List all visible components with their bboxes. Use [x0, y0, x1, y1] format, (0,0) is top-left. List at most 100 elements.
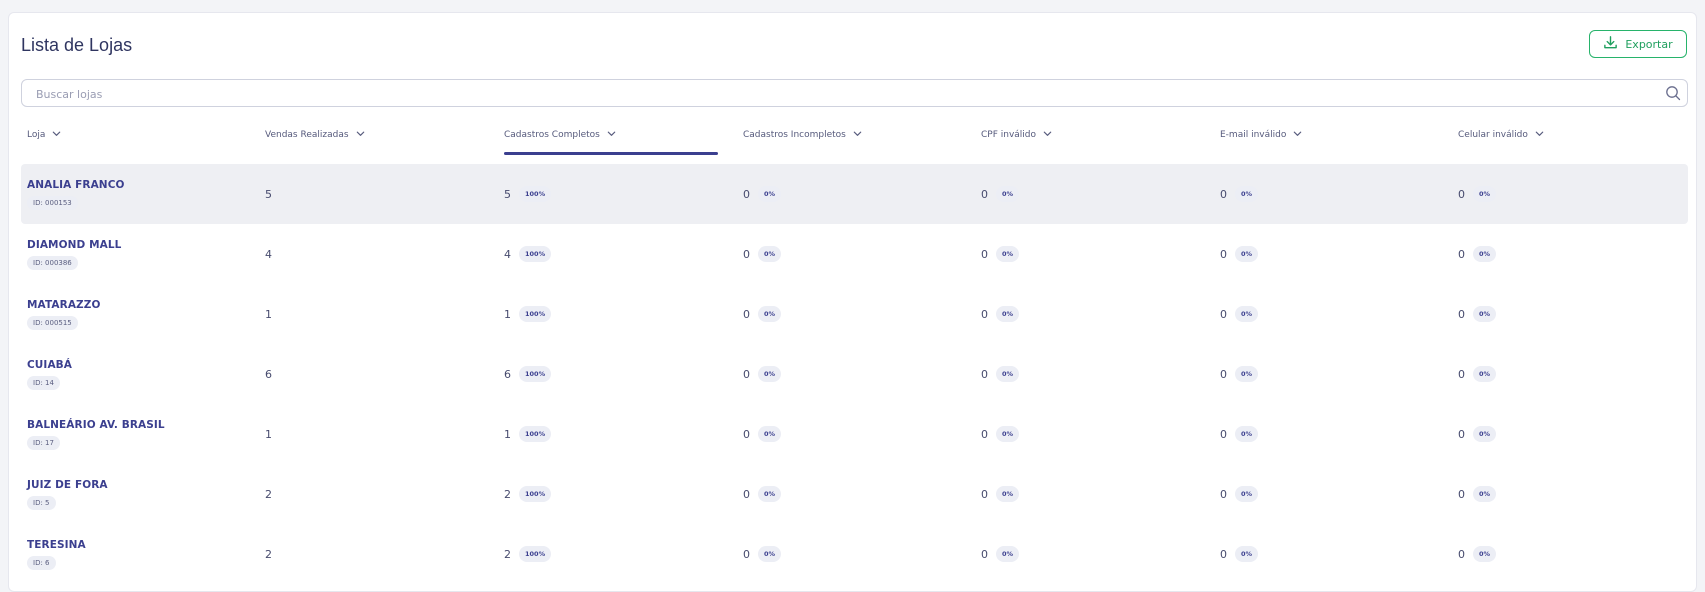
chevron-down-icon	[606, 128, 617, 142]
metric-value: 0	[743, 547, 750, 561]
sales-value: 6	[265, 367, 272, 381]
column-header[interactable]: CPF inválido	[981, 118, 1053, 152]
column-header[interactable]: Loja	[27, 118, 62, 152]
column-header[interactable]: Celular inválido	[1458, 118, 1545, 152]
metric-cell: 0 0%	[743, 404, 782, 464]
metric-value: 0	[743, 307, 750, 321]
metric-value: 2	[504, 487, 511, 501]
store-cell: TERESINA ID: 6	[27, 524, 86, 584]
metric-cell: 0 0%	[981, 524, 1020, 584]
store-name[interactable]: JUIZ DE FORA	[27, 479, 108, 491]
metric-value: 0	[981, 187, 988, 201]
column-header[interactable]: Vendas Realizadas	[265, 118, 366, 152]
table-row[interactable]: DIAMOND MALL ID: 000386 4 4 100% 0 0% 0 0% 0 0% 0 0%	[21, 224, 1688, 284]
export-label: Exportar	[1625, 37, 1673, 51]
table-row[interactable]: JUIZ DE FORA ID: 5 2 2 100% 0 0% 0 0% 0 0% 0 0%	[21, 464, 1688, 524]
store-name[interactable]: BALNEÁRIO AV. BRASIL	[27, 419, 165, 431]
search-icon[interactable]	[1665, 85, 1681, 101]
metric-value: 0	[981, 307, 988, 321]
metric-cell: 0 0%	[1458, 524, 1497, 584]
percent-badge: 0%	[1473, 246, 1497, 262]
percent-badge: 0%	[758, 246, 782, 262]
sales-value: 1	[265, 307, 272, 321]
percent-badge: 100%	[519, 306, 552, 322]
sales-value: 4	[265, 247, 272, 261]
chevron-down-icon	[852, 128, 863, 142]
store-cell: JUIZ DE FORA ID: 5	[27, 464, 108, 524]
column-header[interactable]: E-mail inválido	[1220, 118, 1303, 152]
export-button[interactable]: Exportar	[1589, 30, 1687, 58]
table-row[interactable]: TERESINA ID: 6 2 2 100% 0 0% 0 0% 0 0% 0 0%	[21, 524, 1688, 584]
column-header[interactable]: Cadastros Completos	[504, 118, 718, 155]
metric-value: 1	[504, 427, 511, 441]
metric-value: 0	[1458, 187, 1465, 201]
metric-cell: 0 0%	[743, 344, 782, 404]
store-name[interactable]: MATARAZZO	[27, 299, 101, 311]
percent-badge: 0%	[758, 546, 782, 562]
metric-value: 0	[1220, 307, 1227, 321]
store-name[interactable]: TERESINA	[27, 539, 86, 551]
metric-cell: 0 0%	[1220, 464, 1259, 524]
percent-badge: 100%	[519, 366, 552, 382]
metric-cell: 0 0%	[743, 464, 782, 524]
percent-badge: 0%	[1235, 186, 1259, 202]
metric-cell: 0 0%	[981, 464, 1020, 524]
table-row[interactable]: CUIABÁ ID: 14 6 6 100% 0 0% 0 0% 0 0% 0 0%	[21, 344, 1688, 404]
metric-value: 2	[504, 547, 511, 561]
metric-cell: 0 0%	[981, 164, 1020, 224]
metric-value: 0	[1458, 487, 1465, 501]
metric-value: 0	[1220, 547, 1227, 561]
percent-badge: 0%	[1235, 486, 1259, 502]
metric-value: 1	[504, 307, 511, 321]
table-row[interactable]: ANALIA FRANCO ID: 000153 5 5 100% 0 0% 0 0% 0 0% 0 0…	[21, 164, 1688, 224]
metric-cell: 0 0%	[1220, 524, 1259, 584]
metric-value: 0	[981, 247, 988, 261]
table-body: ANALIA FRANCO ID: 000153 5 5 100% 0 0% 0 0% 0 0% 0 0…	[21, 164, 1688, 584]
metric-cell: 6 100%	[504, 344, 552, 404]
metric-cell: 0 0%	[1220, 224, 1259, 284]
percent-badge: 0%	[758, 366, 782, 382]
metric-cell: 0 0%	[1458, 344, 1497, 404]
metric-cell: 2 100%	[504, 524, 552, 584]
percent-badge: 0%	[1473, 546, 1497, 562]
percent-badge: 0%	[1473, 186, 1497, 202]
column-header-label: Cadastros Incompletos	[743, 130, 846, 140]
percent-badge: 0%	[758, 486, 782, 502]
metric-value: 0	[1220, 367, 1227, 381]
table-row[interactable]: MATARAZZO ID: 000515 1 1 100% 0 0% 0 0% 0 0% 0 0%	[21, 284, 1688, 344]
search-input[interactable]	[34, 80, 1638, 108]
store-name[interactable]: ANALIA FRANCO	[27, 179, 125, 191]
metric-cell: 0 0%	[981, 224, 1020, 284]
metric-cell: 0 0%	[1458, 164, 1497, 224]
chevron-down-icon	[355, 128, 366, 142]
metric-cell: 0 0%	[1458, 404, 1497, 464]
metric-cell: 5 100%	[504, 164, 552, 224]
store-name[interactable]: DIAMOND MALL	[27, 239, 121, 251]
percent-badge: 0%	[996, 186, 1020, 202]
metric-value: 0	[1220, 487, 1227, 501]
download-icon	[1603, 35, 1618, 53]
percent-badge: 0%	[1473, 486, 1497, 502]
column-header-label: Vendas Realizadas	[265, 130, 349, 140]
metric-cell: 0 0%	[1458, 464, 1497, 524]
sales-value: 2	[265, 487, 272, 501]
metric-value: 0	[981, 367, 988, 381]
store-name[interactable]: CUIABÁ	[27, 359, 72, 371]
table-row[interactable]: BALNEÁRIO AV. BRASIL ID: 17 1 1 100% 0 0% 0 0% 0 0…	[21, 404, 1688, 464]
column-header-label: Loja	[27, 130, 46, 140]
metric-value: 0	[743, 427, 750, 441]
chevron-down-icon	[51, 128, 62, 142]
metric-value: 4	[504, 247, 511, 261]
column-header-label: Cadastros Completos	[504, 130, 600, 140]
chevron-down-icon	[1534, 128, 1545, 142]
percent-badge: 0%	[1473, 426, 1497, 442]
percent-badge: 0%	[1473, 306, 1497, 322]
metric-value: 0	[981, 487, 988, 501]
metric-cell: 0 0%	[1220, 404, 1259, 464]
percent-badge: 0%	[1235, 246, 1259, 262]
column-header-label: E-mail inválido	[1220, 130, 1287, 140]
column-header[interactable]: Cadastros Incompletos	[743, 118, 863, 152]
store-id-badge: ID: 000153	[27, 195, 78, 210]
store-id-badge: ID: 17	[27, 435, 60, 450]
metric-value: 0	[981, 427, 988, 441]
